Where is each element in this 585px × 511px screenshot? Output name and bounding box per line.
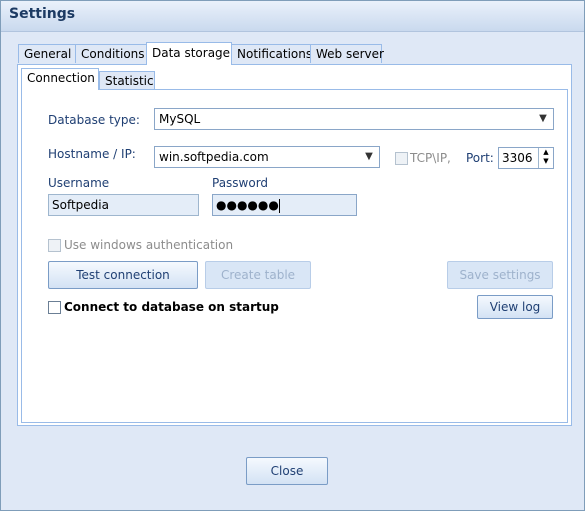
port-value: 3306	[502, 151, 533, 165]
tab-notifications[interactable]: Notifications	[231, 44, 321, 63]
data-storage-panel: Connection Statistic Database type: MySQ…	[17, 64, 572, 426]
window-title: Settings	[9, 6, 76, 22]
chevron-down-icon[interactable]: ▼	[536, 109, 550, 129]
view-log-button[interactable]: View log	[477, 295, 553, 319]
chevron-down-icon[interactable]: ▼	[362, 147, 376, 167]
port-stepper[interactable]: 3306 ▲ ▼	[498, 147, 554, 169]
password-label: Password	[212, 176, 269, 190]
text-cursor	[278, 198, 280, 213]
port-spinner[interactable]: ▲ ▼	[538, 148, 553, 168]
tcpip-checkbox[interactable]	[395, 152, 408, 165]
tab-conditions[interactable]: Conditions	[75, 44, 150, 63]
database-type-value: MySQL	[159, 112, 201, 126]
username-field[interactable]: Softpedia	[48, 194, 199, 216]
database-type-select[interactable]: MySQL ▼	[154, 108, 554, 130]
hostname-label: Hostname / IP:	[48, 147, 136, 161]
port-label: Port:	[466, 151, 494, 165]
spin-up-icon[interactable]: ▲	[539, 148, 553, 157]
connection-panel: Database type: MySQL ▼ Hostname / IP: wi…	[21, 89, 568, 423]
hostname-value: win.softpedia.com	[159, 150, 269, 164]
password-value: ●●●●●●	[216, 198, 279, 212]
save-settings-button[interactable]: Save settings	[447, 261, 553, 289]
close-button[interactable]: Close	[246, 457, 328, 485]
username-label: Username	[48, 176, 110, 190]
spin-down-icon[interactable]: ▼	[539, 157, 553, 166]
connect-on-startup-label: Connect to database on startup	[64, 300, 279, 314]
subtab-connection[interactable]: Connection	[21, 68, 99, 90]
tab-general[interactable]: General	[18, 44, 76, 63]
username-value: Softpedia	[52, 198, 109, 212]
settings-window: Settings General Conditions Data storage…	[0, 0, 585, 511]
title-bar: Settings	[1, 1, 584, 32]
create-table-button[interactable]: Create table	[205, 261, 311, 289]
tab-web-server[interactable]: Web server	[310, 44, 384, 63]
connect-on-startup-checkbox[interactable]	[48, 301, 61, 314]
windows-auth-label: Use windows authentication	[64, 238, 234, 252]
subtab-statistic[interactable]: Statistic	[99, 71, 155, 90]
hostname-combo[interactable]: win.softpedia.com ▼	[154, 146, 380, 168]
test-connection-button[interactable]: Test connection	[48, 261, 198, 289]
tab-data-storage[interactable]: Data storage	[146, 42, 232, 65]
tcpip-label: TCP\IP,	[410, 151, 451, 165]
password-field[interactable]: ●●●●●●	[212, 194, 357, 216]
windows-auth-checkbox[interactable]	[48, 239, 61, 252]
database-type-label: Database type:	[48, 113, 140, 127]
